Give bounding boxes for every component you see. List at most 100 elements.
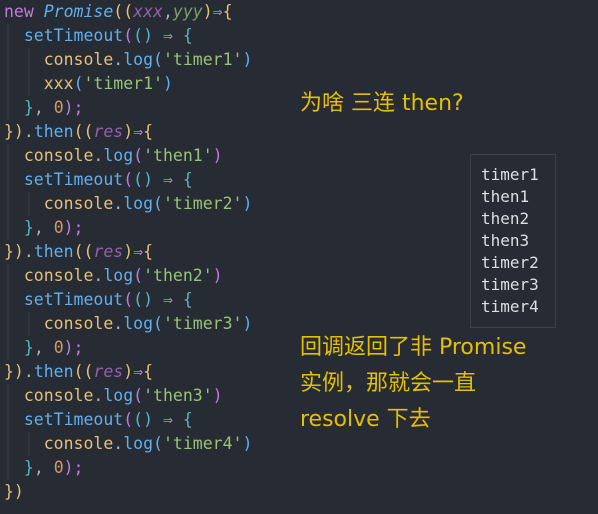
code-token: 'timer1': [83, 74, 163, 93]
annotation-explanation-line2: 实例，那就会一直: [300, 371, 477, 396]
code-token: 0: [53, 98, 64, 117]
code-token: ((: [73, 242, 94, 261]
code-line: xxx('timer1'): [4, 72, 173, 96]
code-token: new: [4, 2, 34, 21]
code-token: (: [153, 434, 163, 453]
code-token: (): [133, 170, 154, 189]
code-token: }: [23, 98, 34, 117]
code-token: .: [93, 266, 104, 285]
code-token: 'then1': [143, 146, 213, 165]
console-output-line: timer1: [481, 165, 539, 184]
code-line: }): [4, 480, 24, 504]
code-token: ((: [73, 362, 94, 381]
code-token: {: [143, 362, 154, 381]
code-token: ): [123, 242, 134, 261]
code-token: ): [242, 194, 253, 213]
code-token: ((: [73, 122, 94, 141]
code-token: (: [153, 314, 163, 333]
code-token: .: [113, 50, 124, 69]
code-token: }): [4, 122, 24, 141]
code-line: }, 0);: [4, 336, 84, 360]
code-token: 'timer3': [162, 314, 243, 333]
code-token: setTimeout: [23, 170, 124, 189]
code-token: console: [43, 194, 114, 213]
code-token: ): [212, 266, 223, 285]
code-token: log: [103, 146, 134, 165]
code-line: setTimeout(() ⇒ {: [4, 24, 193, 48]
code-token: ((: [113, 2, 134, 21]
code-token: {: [143, 122, 154, 141]
code-token: xxx: [133, 2, 163, 21]
code-token: ⇒: [133, 242, 144, 261]
code-token: ,: [33, 218, 44, 237]
console-output-line: then2: [481, 209, 530, 228]
code-token: }: [23, 218, 34, 237]
console-output-panel: timer1 then1 then2 then3 timer2 timer3 t…: [470, 154, 556, 328]
code-token: (): [133, 26, 154, 45]
code-token: }: [23, 458, 34, 477]
code-line: console.log('timer1'): [4, 48, 253, 72]
code-line: setTimeout(() ⇒ {: [4, 288, 193, 312]
console-output-line: timer3: [481, 275, 539, 294]
code-token: );: [63, 338, 84, 357]
code-token: 0: [53, 218, 64, 237]
code-token: console: [43, 434, 114, 453]
code-token: ⇒: [162, 26, 173, 45]
code-token: (: [133, 266, 144, 285]
code-line: new Promise((xxx,yyy)⇒{: [4, 0, 233, 24]
annotation-explanation-line3: resolve 下去: [300, 407, 431, 432]
code-token: );: [63, 218, 84, 237]
code-token: 'then2': [143, 266, 213, 285]
code-token: }): [4, 242, 24, 261]
console-output-line: timer2: [481, 253, 539, 272]
code-token: 'timer2': [162, 194, 243, 213]
code-token: ,: [33, 338, 44, 357]
code-token: (): [133, 290, 154, 309]
code-token: ): [212, 146, 223, 165]
code-token: }: [23, 338, 34, 357]
code-token: (: [123, 290, 134, 309]
code-token: ⇒: [133, 362, 144, 381]
code-token: ⇒: [162, 410, 173, 429]
code-line: }, 0);: [4, 216, 84, 240]
code-token: 'timer1': [162, 50, 243, 69]
code-line: }, 0);: [4, 456, 84, 480]
code-token: );: [63, 458, 84, 477]
code-token: xxx: [43, 74, 74, 93]
code-token: .: [113, 314, 124, 333]
code-token: (: [73, 74, 84, 93]
code-token: console: [43, 50, 114, 69]
code-token: setTimeout: [23, 410, 124, 429]
code-token: .: [113, 194, 124, 213]
code-token: .: [93, 146, 104, 165]
code-token: ,: [33, 98, 44, 117]
code-token: Promise: [43, 2, 114, 21]
code-token: 0: [53, 458, 64, 477]
annotation-explanation-line1: 回调返回了非 Promise: [300, 335, 527, 360]
code-line: console.log('then3'): [4, 384, 223, 408]
code-token: (: [123, 170, 134, 189]
code-token: 'then3': [143, 386, 213, 405]
code-token: then: [33, 242, 74, 261]
code-editor: new Promise((xxx,yyy)⇒{ setTimeout(() ⇒ …: [0, 0, 300, 514]
console-output-line: then1: [481, 187, 530, 206]
code-token: (): [133, 410, 154, 429]
code-token: then: [33, 362, 74, 381]
code-token: ): [162, 74, 173, 93]
code-token: res: [93, 242, 124, 261]
annotation-question: 为啥 三连 then?: [300, 91, 464, 116]
code-token: res: [93, 362, 124, 381]
code-token: }): [4, 362, 24, 381]
code-token: 'timer4': [162, 434, 243, 453]
code-token: {: [182, 170, 193, 189]
code-line: console.log('timer4'): [4, 432, 253, 456]
code-token: ⇒: [162, 290, 173, 309]
screenshot-canvas: new Promise((xxx,yyy)⇒{ setTimeout(() ⇒ …: [0, 0, 598, 514]
code-token: .: [113, 434, 124, 453]
code-token: ,: [33, 458, 44, 477]
code-token: log: [123, 194, 154, 213]
code-token: ): [242, 314, 253, 333]
code-token: ): [242, 434, 253, 453]
code-token: log: [123, 434, 154, 453]
code-token: console: [23, 386, 94, 405]
